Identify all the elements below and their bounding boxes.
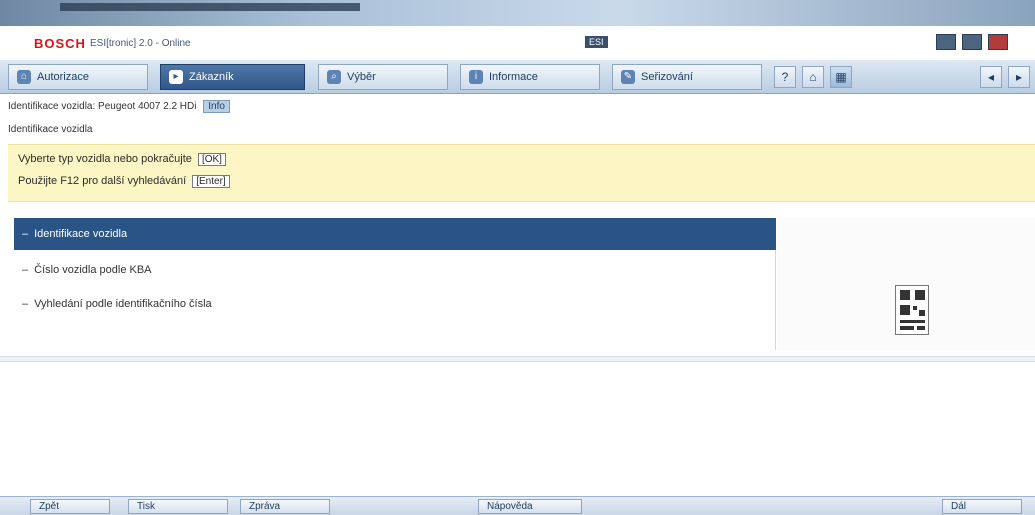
home-icon: ⌂ <box>17 70 31 84</box>
tab-label: Autorizace <box>37 71 89 83</box>
vehicle-info-text: Identifikace vozidla: Peugeot 4007 2.2 H… <box>8 101 197 112</box>
tab-label: Seřizování <box>641 71 693 83</box>
minimize-button[interactable] <box>936 34 956 50</box>
window-titlebar <box>0 0 1035 26</box>
titlebar-band <box>60 3 360 11</box>
list-item[interactable]: – Číslo vozidla podle KBA <box>14 254 776 286</box>
maximize-button[interactable] <box>962 34 982 50</box>
message-button[interactable]: Zpráva <box>240 499 330 514</box>
print-button[interactable]: Tisk <box>128 499 228 514</box>
help-button[interactable]: ? <box>774 66 796 88</box>
wrench-icon: ✎ <box>621 70 635 84</box>
bullet-icon: – <box>22 298 29 310</box>
list-item[interactable]: – Identifikace vozidla <box>14 218 776 250</box>
app-window: BOSCH ESI[tronic] 2.0 - Online ESI ⌂ Aut… <box>0 0 1035 515</box>
identification-list: – Identifikace vozidla – Číslo vozidla p… <box>14 218 776 350</box>
app-tag: ESI <box>585 36 608 48</box>
vehicle-info-line: Identifikace vozidla: Peugeot 4007 2.2 H… <box>8 100 230 113</box>
section-subtitle: Identifikace vozidla <box>8 124 93 135</box>
back-button[interactable]: Zpět <box>30 499 110 514</box>
info-badge[interactable]: Info <box>203 100 230 113</box>
search-icon: ⌕ <box>327 70 341 84</box>
notice-key-enter: [Enter] <box>192 175 230 188</box>
notice-line-2: Použijte F12 pro další vyhledávání [Ente… <box>18 175 230 188</box>
notice-line-1-text: Vyberte typ vozidla nebo pokračujte <box>18 153 192 165</box>
tab-label: Zákazník <box>189 71 234 83</box>
notice-line-2-text: Použijte F12 pro další vyhledávání <box>18 175 187 187</box>
pane-divider[interactable] <box>0 356 1035 362</box>
list-item-label: Identifikace vozidla <box>34 228 128 240</box>
list-item[interactable]: – Vyhledání podle identifikačního čísla <box>14 288 776 320</box>
brand-logo: BOSCH <box>34 36 86 51</box>
tab-label: Výběr <box>347 71 376 83</box>
list-item-label: Vyhledání podle identifikačního čísla <box>34 298 212 310</box>
details-area <box>10 364 1025 494</box>
tab-serizovani[interactable]: ✎ Seřizování <box>612 64 762 90</box>
car-icon: ▸ <box>169 70 183 84</box>
tab-label: Informace <box>489 71 538 83</box>
notice-banner: Vyberte typ vozidla nebo pokračujte [OK]… <box>8 144 1035 202</box>
tab-informace[interactable]: i Informace <box>460 64 600 90</box>
app-title: ESI[tronic] 2.0 - Online <box>90 38 191 49</box>
info-icon: i <box>469 70 483 84</box>
main-toolbar: ⌂ Autorizace ▸ Zákazník ⌕ Výběr i Inform… <box>0 60 1035 94</box>
help-footer-button[interactable]: Nápověda <box>478 499 582 514</box>
notice-key-ok: [OK] <box>197 153 226 166</box>
forward-arrow-button[interactable]: ▸ <box>1008 66 1030 88</box>
bullet-icon: – <box>22 264 29 276</box>
list-item-label: Číslo vozidla podle KBA <box>34 264 152 276</box>
tab-autorizace[interactable]: ⌂ Autorizace <box>8 64 148 90</box>
status-bar: Zpět Tisk Zpráva Nápověda Dál <box>0 496 1035 515</box>
barcode-icon <box>895 285 929 335</box>
tab-zakaznik[interactable]: ▸ Zákazník <box>160 64 305 90</box>
bullet-icon: – <box>22 228 29 240</box>
tab-vyber[interactable]: ⌕ Výběr <box>318 64 448 90</box>
grid-button[interactable]: ▦ <box>830 66 852 88</box>
notice-line-1: Vyberte typ vozidla nebo pokračujte [OK] <box>18 153 226 166</box>
next-button[interactable]: Dál <box>942 499 1022 514</box>
home-button[interactable]: ⌂ <box>802 66 824 88</box>
close-button[interactable] <box>988 34 1008 50</box>
back-arrow-button[interactable]: ◂ <box>980 66 1002 88</box>
